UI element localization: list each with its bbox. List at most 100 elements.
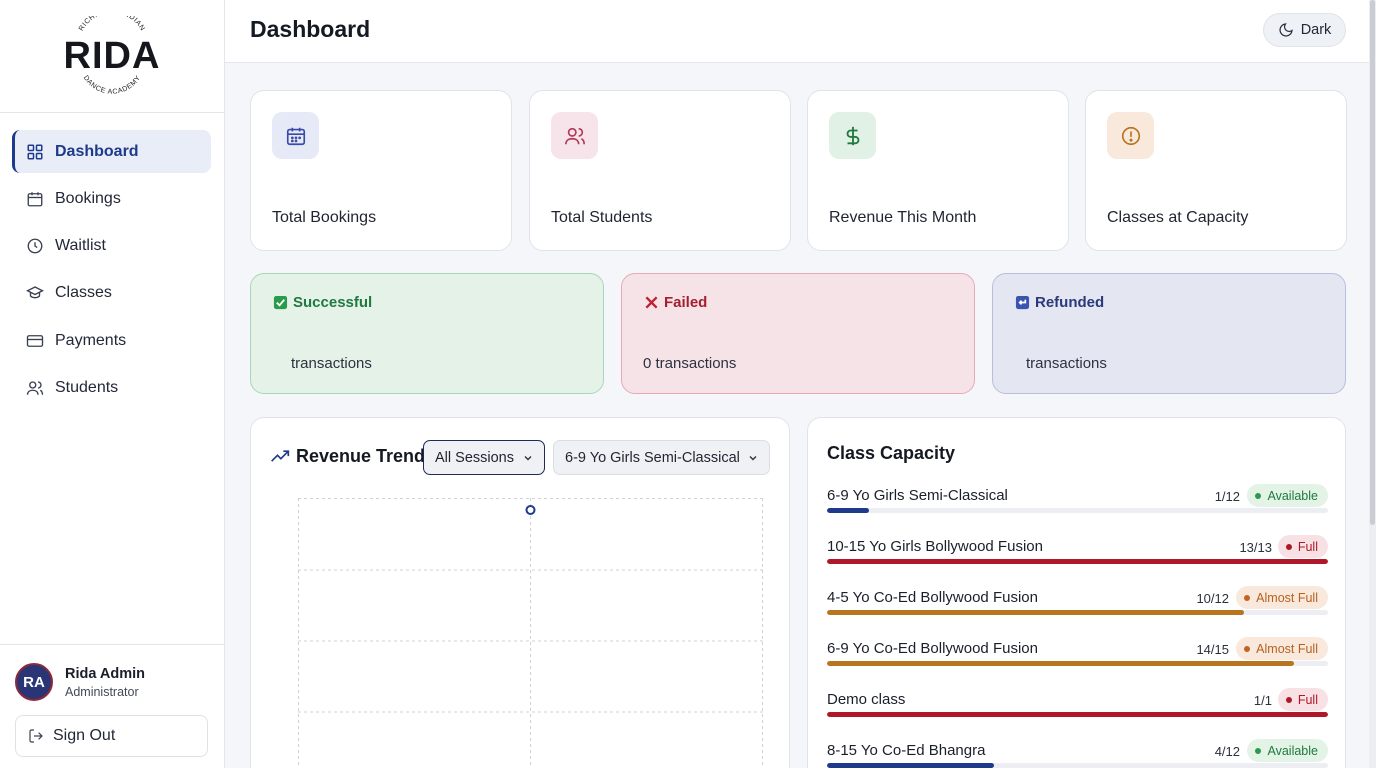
graduation-cap-icon <box>26 284 44 302</box>
svg-text:RICHMOND INDIAN: RICHMOND INDIAN <box>78 16 146 32</box>
class-count: 13/13 <box>1239 540 1272 555</box>
avatar: RA <box>15 663 53 701</box>
capacity-bar <box>827 610 1328 615</box>
status-badge: Almost Full <box>1236 637 1328 660</box>
session-filter-select[interactable]: All Sessions <box>423 440 545 475</box>
grid-icon <box>26 143 44 161</box>
chevron-down-icon <box>749 456 757 461</box>
sign-out-label: Sign Out <box>53 727 116 744</box>
alert-circle-icon <box>1107 112 1154 159</box>
capacity-row: 6-9 Yo Girls Semi-Classical 1/12 Availab… <box>827 484 1328 527</box>
status-badge: Almost Full <box>1236 586 1328 609</box>
capacity-bar-fill <box>827 763 994 768</box>
capacity-bar <box>827 508 1328 513</box>
status-dot <box>1255 747 1262 754</box>
sidebar-item-waitlist[interactable]: Waitlist <box>12 225 211 268</box>
stat-label: Classes at Capacity <box>1107 209 1249 226</box>
status-badge: Available <box>1247 484 1328 507</box>
sidebar-item-bookings[interactable]: Bookings <box>12 177 211 220</box>
class-count: 4/12 <box>1214 744 1240 759</box>
tx-card-failed: Failed 0 transactions <box>621 273 975 394</box>
tx-label: Refunded <box>1035 294 1105 311</box>
chevron-down-icon <box>524 456 532 461</box>
user-role: Administrator <box>65 684 139 699</box>
sidebar-nav: Dashboard Bookings Waitlist Classes Paym… <box>0 113 224 409</box>
users-icon <box>26 379 44 397</box>
status-dot <box>1285 696 1292 703</box>
page-title: Dashboard <box>250 16 371 42</box>
sign-out-button[interactable]: Sign Out <box>15 715 208 757</box>
revenue-trend-panel: Revenue Trend All Sessions 6-9 Yo Girls … <box>250 417 790 768</box>
check-square-icon <box>273 295 288 310</box>
capacity-bar-fill <box>827 508 869 513</box>
capacity-row: 4-5 Yo Co-Ed Bollywood Fusion 10/12 Almo… <box>827 586 1328 629</box>
sidebar-item-label: Students <box>55 378 119 396</box>
stat-label: Total Bookings <box>272 209 377 226</box>
tx-header: Refunded <box>1015 294 1104 311</box>
logo-area: RICHMOND INDIAN DANCE ACADEMY RIDA <box>0 0 224 113</box>
tx-label: Successful <box>293 294 373 311</box>
capacity-row: 8-15 Yo Co-Ed Bhangra 4/12 Available <box>827 739 1328 768</box>
status-label: Almost Full <box>1256 590 1318 605</box>
dollar-icon <box>829 112 876 159</box>
class-name: 8-15 Yo Co-Ed Bhangra <box>827 742 986 759</box>
revenue-chart <box>298 498 763 768</box>
class-count: 10/12 <box>1196 591 1229 606</box>
log-out-icon <box>29 729 43 743</box>
sidebar-item-dashboard[interactable]: Dashboard <box>12 130 211 173</box>
capacity-row: 6-9 Yo Co-Ed Bollywood Fusion 14/15 Almo… <box>827 637 1328 680</box>
status-dot <box>1244 594 1251 601</box>
tx-header: Failed <box>644 294 707 311</box>
scrollbar[interactable] <box>1369 0 1376 768</box>
status-dot <box>1285 543 1292 550</box>
stat-label: Total Students <box>551 209 653 226</box>
capacity-bar-fill <box>827 661 1295 666</box>
dark-mode-toggle[interactable]: Dark <box>1263 13 1346 47</box>
sidebar-item-payments[interactable]: Payments <box>12 319 211 362</box>
x-icon <box>645 296 658 309</box>
capacity-bar <box>827 763 1328 768</box>
tx-count-text: transactions <box>291 355 372 372</box>
class-name: 6-9 Yo Co-Ed Bollywood Fusion <box>827 640 1038 657</box>
sidebar-item-label: Dashboard <box>55 142 139 160</box>
class-name: 10-15 Yo Girls Bollywood Fusion <box>827 538 1043 555</box>
user-profile[interactable]: RA Rida Admin Administrator <box>15 663 209 701</box>
capacity-row: 10-15 Yo Girls Bollywood Fusion 13/13 Fu… <box>827 535 1328 578</box>
moon-icon <box>1279 23 1293 37</box>
dark-mode-label: Dark <box>1300 22 1332 38</box>
stat-label: Revenue This Month <box>829 209 977 226</box>
status-label: Available <box>1267 743 1318 758</box>
class-name: 6-9 Yo Girls Semi-Classical <box>827 487 1008 504</box>
brand-logo[interactable]: RICHMOND INDIAN DANCE ACADEMY RIDA <box>57 16 167 96</box>
stat-card-total-bookings: Total Bookings <box>250 90 512 251</box>
capacity-bar-fill <box>827 559 1328 564</box>
tx-card-refunded: Refunded transactions <box>992 273 1346 394</box>
tx-header: Successful <box>273 294 372 311</box>
tx-count-text: 0 transactions <box>643 355 737 372</box>
refund-icon <box>1015 295 1030 310</box>
stat-card-revenue-month: Revenue This Month <box>807 90 1069 251</box>
status-label: Available <box>1267 488 1318 503</box>
top-header: Dashboard Dark <box>225 0 1376 63</box>
class-filter-value: 6-9 Yo Girls Semi-Classical <box>565 449 740 466</box>
status-badge: Full <box>1277 688 1328 711</box>
stat-card-classes-capacity: Classes at Capacity <box>1085 90 1347 251</box>
credit-card-icon <box>26 332 44 350</box>
sidebar-item-label: Waitlist <box>55 237 106 255</box>
class-filter-select[interactable]: 6-9 Yo Girls Semi-Classical <box>553 440 770 475</box>
revenue-trend-title: Revenue Trend <box>270 446 425 467</box>
sidebar-item-label: Classes <box>55 284 112 302</box>
class-capacity-title: Class Capacity <box>827 443 956 463</box>
status-dot <box>1244 645 1251 652</box>
revenue-trend-label: Revenue Trend <box>296 446 426 466</box>
scrollbar-thumb[interactable] <box>1370 0 1375 525</box>
sidebar-item-students[interactable]: Students <box>12 366 211 409</box>
status-badge: Available <box>1247 739 1328 762</box>
class-capacity-panel: Class Capacity 6-9 Yo Girls Semi-Classic… <box>807 417 1346 768</box>
chart-data-point[interactable] <box>525 505 536 515</box>
class-name: 4-5 Yo Co-Ed Bollywood Fusion <box>827 589 1038 606</box>
sidebar-item-label: Payments <box>55 331 127 349</box>
clock-icon <box>26 237 44 255</box>
capacity-bar-fill <box>827 610 1245 615</box>
sidebar-item-classes[interactable]: Classes <box>12 272 211 315</box>
